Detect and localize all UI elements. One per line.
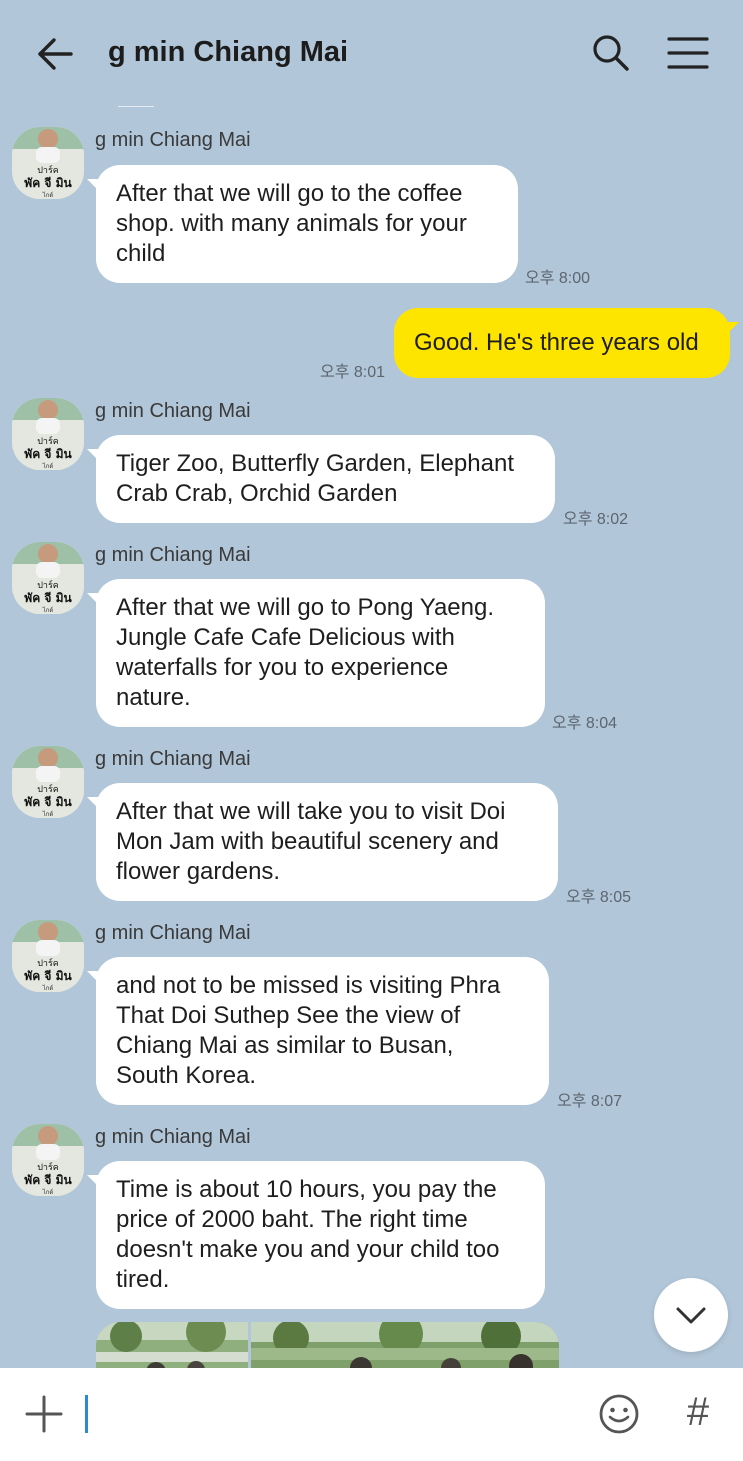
scroll-to-bottom-button[interactable]: [654, 1278, 728, 1352]
avatar[interactable]: ปาร์ค พัค จี มิน ไกด์: [12, 127, 84, 199]
avatar[interactable]: ปาร์ค พัค จี มิน ไกด์: [12, 920, 84, 992]
message-bubble[interactable]: Time is about 10 hours, you pay the pric…: [87, 1161, 545, 1309]
header-divider: [118, 106, 154, 107]
avatar-line3: ไกด์: [42, 1188, 54, 1196]
hashtag-search-button[interactable]: #: [678, 1390, 718, 1434]
message-line: Crab Crab, Orchid Garden: [116, 480, 398, 507]
emoji-icon: [599, 1394, 639, 1434]
message-line: shop. with many animals for your: [116, 210, 467, 237]
avatar[interactable]: ปาร์ค พัค จี มิน ไกด์: [12, 1124, 84, 1196]
avatar-line3: ไกด์: [42, 191, 54, 199]
chat-header: g min Chiang Mai: [0, 0, 743, 108]
avatar-line2: พัค จี มิน: [24, 447, 72, 461]
chevron-down-icon: [676, 1307, 706, 1324]
profile-photo-icon: ปาร์ค พัค จี มิน ไกด์: [12, 920, 84, 992]
message-time: 오후 8:04: [552, 715, 618, 732]
avatar-line1: ปาร์ค: [37, 579, 59, 591]
message-line: After that we will go to the coffee: [116, 180, 463, 207]
message-line: After that we will go to Pong Yaeng.: [116, 594, 495, 621]
own-message-bubble[interactable]: Good. He's three years old: [394, 308, 739, 378]
sender-name: g min Chiang Mai: [95, 400, 251, 422]
avatar-line3: ไกด์: [42, 984, 54, 992]
message-bubble[interactable]: Tiger Zoo, Butterfly Garden, Elephant Cr…: [87, 435, 555, 523]
message-line: Mon Jam with beautiful scenery and: [116, 828, 499, 855]
message-line: price of 2000 baht. The right time: [116, 1206, 468, 1233]
message-time: 오후 8:01: [320, 364, 386, 381]
message-line: doesn't make you and your child too: [116, 1236, 500, 1263]
message-bubble[interactable]: After that we will go to the coffee shop…: [87, 165, 518, 283]
emoji-button[interactable]: [597, 1392, 641, 1436]
message-line: Time is about 10 hours, you pay the: [116, 1176, 497, 1203]
message-input-bar: #: [0, 1368, 743, 1461]
avatar-line2: พัค จี มิน: [24, 795, 72, 809]
search-icon: [593, 35, 629, 71]
avatar-line1: ปาร์ค: [37, 957, 59, 969]
chat-title: g min Chiang Mai: [108, 36, 349, 68]
message-line: South Korea.: [116, 1062, 257, 1089]
back-button[interactable]: [30, 30, 80, 80]
search-button[interactable]: [588, 30, 634, 76]
message-time: 오후 8:05: [566, 889, 632, 906]
avatar-line2: พัค จี มิน: [24, 1173, 72, 1187]
sender-name: g min Chiang Mai: [95, 544, 251, 566]
attach-button[interactable]: [22, 1392, 66, 1436]
sender-name: g min Chiang Mai: [95, 748, 251, 770]
avatar-line1: ปาร์ค: [37, 1161, 59, 1173]
sender-name: g min Chiang Mai: [95, 922, 251, 944]
message-line: Jungle Cafe Cafe Delicious with: [116, 624, 455, 651]
photo-thumbnail[interactable]: [96, 1322, 248, 1368]
profile-photo-icon: ปาร์ค พัค จี มิน ไกด์: [12, 746, 84, 818]
message-line: tired.: [116, 1266, 170, 1293]
avatar-line1: ปาร์ค: [37, 435, 59, 447]
avatar-line1: ปาร์ค: [37, 164, 59, 176]
avatar-line1: ปาร์ค: [37, 783, 59, 795]
menu-button[interactable]: [664, 30, 712, 76]
avatar-line3: ไกด์: [42, 606, 54, 614]
photo-thumbnail[interactable]: [251, 1322, 559, 1368]
message-bubble[interactable]: After that we will go to Pong Yaeng. Jun…: [87, 579, 545, 727]
profile-photo-icon: ปาร์ค พัค จี มิน ไกด์: [12, 127, 84, 199]
message-time: 오후 8:00: [525, 270, 591, 287]
message-line: After that we will take you to visit Doi: [116, 798, 506, 825]
message-time: 오후 8:02: [563, 511, 629, 528]
sender-name: g min Chiang Mai: [95, 1126, 251, 1148]
profile-photo-icon: ปาร์ค พัค จี มิน ไกด์: [12, 398, 84, 470]
profile-photo-icon: ปาร์ค พัค จี มิน ไกด์: [12, 1124, 84, 1196]
avatar-line2: พัค จี มิน: [24, 591, 72, 605]
sender-name: g min Chiang Mai: [95, 129, 251, 151]
back-arrow-icon: [38, 38, 73, 70]
message-line: Tiger Zoo, Butterfly Garden, Elephant: [116, 450, 514, 477]
avatar-line3: ไกด์: [42, 462, 54, 470]
plus-icon: [25, 1395, 63, 1433]
avatar[interactable]: ปาร์ค พัค จี มิน ไกด์: [12, 398, 84, 470]
message-bubble[interactable]: and not to be missed is visiting Phra Th…: [87, 957, 549, 1105]
message-line: child: [116, 240, 166, 267]
avatar[interactable]: ปาร์ค พัค จี มิน ไกด์: [12, 746, 84, 818]
message-line: Chiang Mai as similar to Busan,: [116, 1032, 454, 1059]
avatar-line3: ไกด์: [42, 810, 54, 818]
photo-attachments[interactable]: [96, 1322, 559, 1368]
avatar-line2: พัค จี มิน: [24, 969, 72, 983]
avatar-line2: พัค จี มิน: [24, 176, 72, 190]
message-time: 오후 8:07: [557, 1093, 623, 1110]
message-line: and not to be missed is visiting Phra: [116, 972, 501, 999]
message-line: waterfalls for you to experience: [116, 654, 449, 681]
menu-icon: [667, 37, 709, 69]
profile-photo-icon: ปาร์ค พัค จี มิน ไกด์: [12, 542, 84, 614]
message-bubble[interactable]: After that we will take you to visit Doi…: [87, 783, 558, 901]
message-line: That Doi Suthep See the view of: [116, 1002, 461, 1029]
message-input-field[interactable]: [85, 1395, 88, 1433]
message-line: nature.: [116, 684, 191, 711]
message-line: flower gardens.: [116, 858, 281, 885]
avatar[interactable]: ปาร์ค พัค จี มิน ไกด์: [12, 542, 84, 614]
